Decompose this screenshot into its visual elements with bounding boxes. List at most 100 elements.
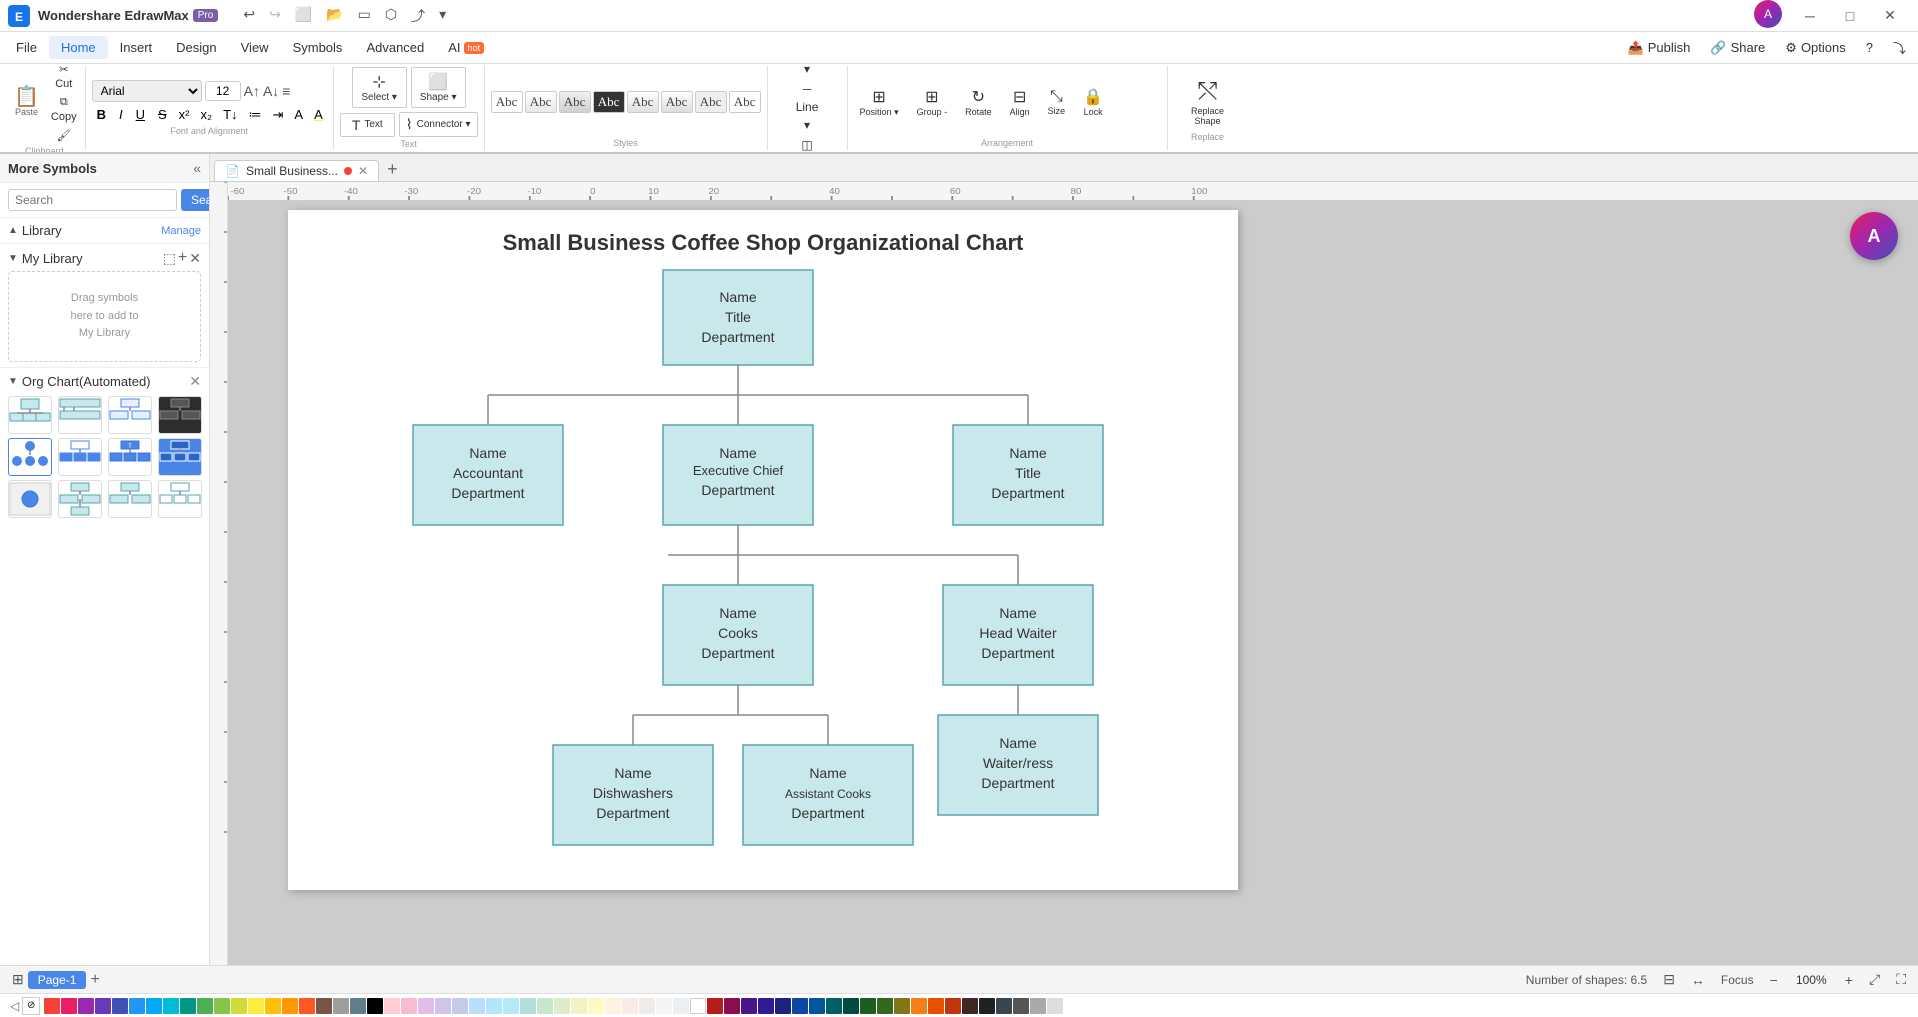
select-button[interactable]: ⊹ Select ▾ [352, 67, 407, 108]
size-button[interactable]: ⤡ Size [1042, 85, 1072, 119]
group-button[interactable]: ⊞ Group - [911, 84, 954, 120]
cut-button[interactable]: ✂Cut [47, 64, 81, 92]
indent-btn[interactable]: ⇥ [269, 106, 288, 124]
color-swatch-light-green[interactable] [214, 998, 230, 1014]
color-swatch-amber[interactable] [265, 998, 281, 1014]
connector-button[interactable]: ⌇ Connector ▾ [399, 112, 478, 137]
template-9[interactable] [8, 480, 52, 518]
maximize-btn[interactable]: □ [1830, 0, 1870, 32]
font-size-decrease[interactable]: A↓ [263, 83, 279, 99]
color-swatch-blue-grey[interactable] [350, 998, 366, 1014]
color-swatch-2-7[interactable] [486, 998, 502, 1014]
add-page-btn[interactable]: + [90, 971, 99, 989]
color-swatch-3-10[interactable] [860, 998, 876, 1014]
template-2[interactable] [58, 396, 102, 434]
shadow-button[interactable]: ◫Shadow▾ [774, 136, 841, 154]
fit-width-icon[interactable]: ↔ [1691, 972, 1705, 988]
menu-view[interactable]: View [229, 36, 281, 59]
lock-button[interactable]: 🔒 Lock [1077, 84, 1109, 120]
export-btn[interactable]: ⬡ [380, 4, 402, 28]
color-swatch-yellow[interactable] [248, 998, 264, 1014]
color-swatch-3-20[interactable] [1030, 998, 1046, 1014]
color-swatch-2-16[interactable] [639, 998, 655, 1014]
color-swatch-red[interactable] [44, 998, 60, 1014]
template-1[interactable] [8, 396, 52, 434]
color-swatch-2-2[interactable] [401, 998, 417, 1014]
color-swatch-grey[interactable] [333, 998, 349, 1014]
font-family-select[interactable]: Arial [92, 80, 202, 102]
fit-screen-btn[interactable]: ⤢ [1869, 971, 1880, 988]
palette-prev-btn[interactable]: ◁ [8, 999, 21, 1013]
color-swatch-3-6[interactable] [792, 998, 808, 1014]
template-8[interactable] [158, 438, 202, 476]
color-swatch-2-10[interactable] [537, 998, 553, 1014]
style-swatch-3[interactable]: Abc [559, 91, 591, 113]
text-button[interactable]: T Text [340, 113, 395, 137]
bullet-list-btn[interactable]: ≔ [245, 106, 266, 124]
menu-ai[interactable]: AI hot [436, 36, 496, 59]
extend-button[interactable]: ⤵ [1885, 34, 1914, 61]
color-swatch-2-6[interactable] [469, 998, 485, 1014]
fill-button[interactable]: 🪣Fill▾ [774, 64, 841, 78]
undo-btn[interactable]: ↩ [238, 4, 260, 28]
color-swatch-3-11[interactable] [877, 998, 893, 1014]
color-swatch-3-21[interactable] [1047, 998, 1063, 1014]
color-swatch-indigo[interactable] [112, 998, 128, 1014]
template-4[interactable] [158, 396, 202, 434]
color-swatch-3-12[interactable] [894, 998, 910, 1014]
color-swatch-3-16[interactable] [962, 998, 978, 1014]
help-button[interactable]: ? [1858, 36, 1881, 59]
menu-file[interactable]: File [4, 36, 49, 59]
style-swatch-4[interactable]: Abc [593, 91, 625, 113]
eraser-icon[interactable]: ⊘ [22, 997, 40, 1015]
color-swatch-3-17[interactable] [979, 998, 995, 1014]
style-swatch-5[interactable]: Abc [627, 91, 659, 113]
color-swatch-2-11[interactable] [554, 998, 570, 1014]
color-swatch-3-5[interactable] [775, 998, 791, 1014]
my-library-add-btn[interactable]: + [178, 249, 187, 267]
current-page-tab[interactable]: Page-1 [28, 971, 87, 989]
color-swatch-2-1[interactable] [384, 998, 400, 1014]
color-swatch-2-5[interactable] [452, 998, 468, 1014]
my-library-close-btn[interactable]: ✕ [189, 250, 201, 267]
replace-shape-button[interactable]: ⤲ ReplaceShape [1176, 74, 1240, 130]
color-swatch-brown[interactable] [316, 998, 332, 1014]
color-swatch-blue[interactable] [129, 998, 145, 1014]
color-swatch-2-8[interactable] [503, 998, 519, 1014]
canvas-tab[interactable]: 📄 Small Business... ✕ [214, 160, 379, 181]
save-btn[interactable]: ⬜ [290, 4, 317, 28]
template-7[interactable]: T [108, 438, 152, 476]
manage-link[interactable]: Manage [161, 225, 201, 237]
color-swatch-3-1[interactable] [707, 998, 723, 1014]
share-button[interactable]: 🔗 Share [1702, 36, 1773, 60]
redo-btn[interactable]: ↪ [264, 4, 286, 28]
color-swatch-3-19[interactable] [1013, 998, 1029, 1014]
template-6[interactable] [58, 438, 102, 476]
color-swatch-lime[interactable] [231, 998, 247, 1014]
color-swatch-3-4[interactable] [758, 998, 774, 1014]
zoom-out-btn[interactable]: − [1770, 972, 1778, 988]
color-swatch-deep-purple[interactable] [95, 998, 111, 1014]
template-3[interactable] [108, 396, 152, 434]
color-swatch-2-15[interactable] [622, 998, 638, 1014]
open-btn[interactable]: 📂 [321, 4, 348, 28]
italic-btn[interactable]: I [114, 105, 128, 124]
text-align-btn[interactable]: ≡ [282, 83, 290, 99]
format-painter-button[interactable]: 🖌 [47, 127, 81, 144]
line-button[interactable]: ─Line▾ [774, 80, 841, 134]
user-avatar[interactable]: A [1754, 0, 1782, 28]
position-button[interactable]: ⊞ Position ▾ [854, 84, 905, 121]
template-12[interactable] [158, 480, 202, 518]
color-swatch-3-18[interactable] [996, 998, 1012, 1014]
color-swatch-3-8[interactable] [826, 998, 842, 1014]
color-swatch-light-blue[interactable] [146, 998, 162, 1014]
color-swatch-3-9[interactable] [843, 998, 859, 1014]
color-swatch-2-4[interactable] [435, 998, 451, 1014]
search-input[interactable] [8, 189, 177, 211]
fullscreen-btn[interactable]: ⛶ [1896, 971, 1906, 988]
font-size-input[interactable] [205, 81, 241, 101]
color-swatch-cyan[interactable] [163, 998, 179, 1014]
canvas-content[interactable]: -60 -50 -40 -30 -20 -10 0 [228, 182, 1918, 965]
menu-home[interactable]: Home [49, 36, 108, 59]
org-chart-close-btn[interactable]: ✕ [189, 373, 201, 390]
